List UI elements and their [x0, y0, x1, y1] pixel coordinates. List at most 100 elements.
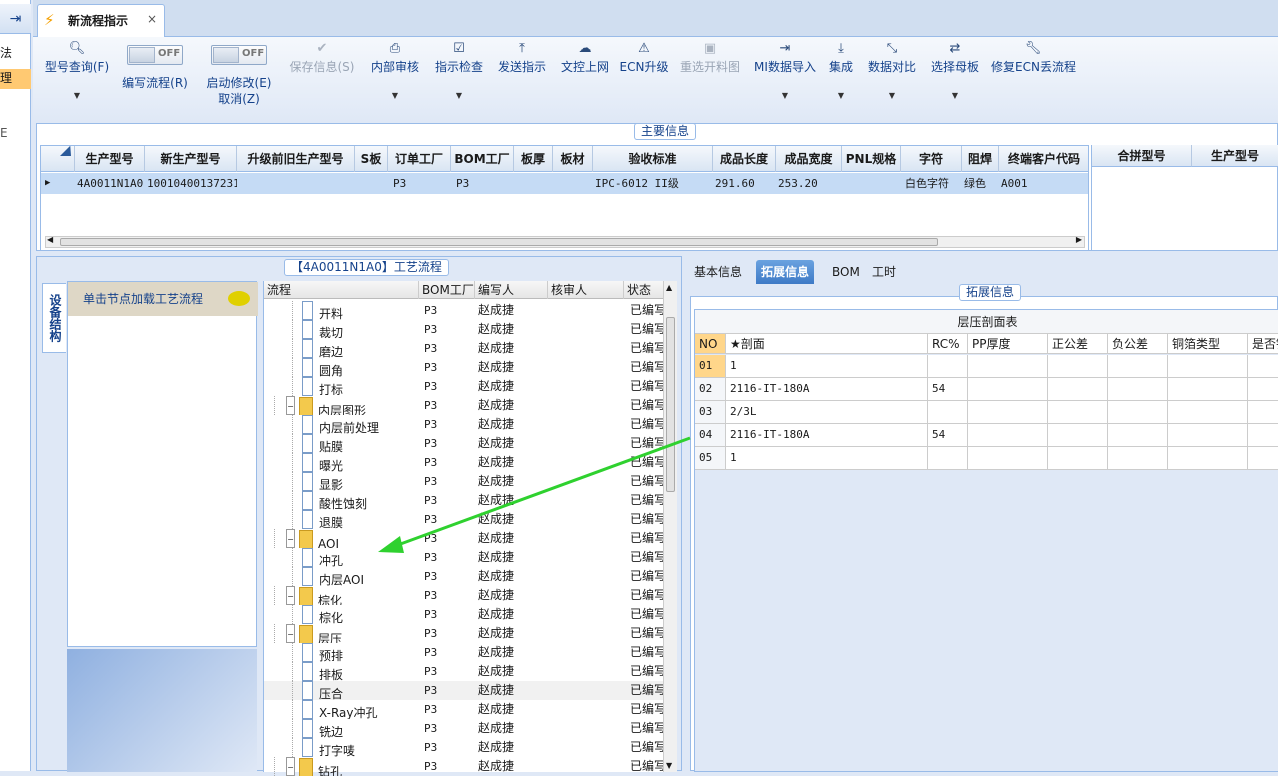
table-row[interactable]: 02 2116-IT-180A 54 — [695, 378, 1278, 401]
dropdown-arrow-icon[interactable]: ▼ — [750, 91, 820, 100]
table-cell[interactable]: 1 — [726, 447, 928, 469]
col-header[interactable]: 负公差 — [1108, 334, 1168, 353]
tree-row[interactable]: − 棕化 P3 赵成捷 已编写 — [264, 586, 666, 605]
table-row[interactable]: ▶ 4A0011N1A0 10010400137231 P3 P3 IPC-60… — [41, 173, 1088, 194]
col-header[interactable]: 成品长度 — [713, 146, 776, 172]
tree-row[interactable]: 内层前处理 P3 赵成捷 已编写 — [264, 415, 666, 434]
collapse-toggle-icon[interactable]: − — [286, 529, 295, 548]
table-cell[interactable]: 01 — [695, 355, 726, 377]
table-cell[interactable] — [1048, 401, 1108, 423]
table-cell[interactable] — [1168, 378, 1248, 400]
write-process-toggle[interactable]: OFF 编写流程(R) — [119, 37, 191, 123]
col-header[interactable]: 生产型号 — [75, 146, 145, 172]
scroll-right-icon[interactable]: ▶ — [1076, 235, 1082, 244]
collapse-toggle-icon[interactable]: − — [286, 624, 295, 643]
col-header[interactable]: RC% — [928, 334, 968, 353]
tree-row[interactable]: 酸性蚀刻 P3 赵成捷 已编写 — [264, 491, 666, 510]
col-header[interactable]: 合拼型号 — [1092, 145, 1192, 167]
table-cell[interactable] — [1168, 424, 1248, 446]
col-header[interactable]: 正公差 — [1048, 334, 1108, 353]
table-cell[interactable] — [1248, 378, 1278, 400]
table-row[interactable]: 05 1 — [695, 447, 1278, 470]
col-header[interactable]: 是否铜 — [1248, 334, 1278, 353]
ecn-upgrade-button[interactable]: ⚠ ECN升级 — [618, 37, 670, 123]
col-header[interactable]: 板材 — [553, 146, 593, 172]
table-cell[interactable] — [1248, 447, 1278, 469]
repair-ecn-process-button[interactable]: 🔧︎ 修复ECN丢流程 — [991, 37, 1076, 123]
reselect-cutting-chart-button[interactable]: ▣ 重选开料图 — [676, 37, 744, 123]
tree-row[interactable]: 预排 P3 赵成捷 已编写 — [264, 643, 666, 662]
nav-item-0[interactable]: 法 — [0, 44, 31, 64]
start-modify-toggle[interactable]: OFF 启动修改(E) 取消(Z) — [201, 37, 277, 123]
horizontal-scrollbar[interactable]: ◀ ▶ — [45, 235, 1085, 248]
instruction-check-button[interactable]: ☑ 指示检查 ▼ — [430, 37, 488, 123]
table-cell[interactable]: 1 — [726, 355, 928, 377]
table-cell[interactable]: 54 — [928, 378, 968, 400]
tree-row[interactable]: − AOI P3 赵成捷 已编写 — [264, 529, 666, 548]
tree-row[interactable]: 打字唛 P3 赵成捷 已编写 — [264, 738, 666, 757]
tree-row[interactable]: 曝光 P3 赵成捷 已编写 — [264, 453, 666, 472]
vertical-scrollbar[interactable]: ▲ ▼ — [663, 281, 677, 772]
toggle-switch[interactable]: OFF — [211, 45, 267, 65]
tree-row[interactable]: 棕化 P3 赵成捷 已编写 — [264, 605, 666, 624]
col-header[interactable]: 流程 — [264, 281, 419, 299]
table-cell[interactable]: 2/3L — [726, 401, 928, 423]
integrate-button[interactable]: ⤓ 集成 ▼ — [824, 37, 858, 123]
table-cell[interactable] — [968, 424, 1048, 446]
collapse-toggle-icon[interactable]: − — [286, 586, 295, 605]
col-header[interactable]: 订单工厂 — [388, 146, 451, 172]
nav-item-1[interactable]: 理 — [0, 69, 31, 89]
tree-row[interactable]: 磨边 P3 赵成捷 已编写 — [264, 339, 666, 358]
table-cell[interactable] — [1248, 355, 1278, 377]
col-header[interactable]: PNL规格 — [842, 146, 901, 172]
dropdown-arrow-icon[interactable]: ▼ — [430, 91, 488, 100]
collapse-toggle-icon[interactable]: − — [286, 396, 295, 415]
table-cell[interactable] — [1048, 447, 1108, 469]
close-tab-icon[interactable]: × — [147, 12, 157, 26]
col-header[interactable]: BOM工厂 — [419, 281, 475, 299]
tab-bom[interactable]: BOM — [827, 260, 865, 284]
doc-control-online-button[interactable]: ☁ 文控上网 — [556, 37, 614, 123]
dropdown-arrow-icon[interactable]: ▼ — [866, 91, 918, 100]
table-cell[interactable] — [1248, 401, 1278, 423]
mi-data-import-button[interactable]: ⇥ MI数据导入 ▼ — [750, 37, 820, 123]
tab-new-process[interactable]: ⚡ 新流程指示 × — [37, 4, 165, 37]
side-tab-equipment[interactable]: 设备结构 — [42, 283, 66, 353]
table-cell[interactable] — [968, 355, 1048, 377]
dropdown-arrow-icon[interactable]: ▼ — [929, 91, 981, 100]
table-cell[interactable] — [928, 355, 968, 377]
col-header[interactable]: 生产型号 — [1192, 145, 1278, 167]
col-header[interactable]: 阻焊 — [962, 146, 999, 172]
tree-row[interactable]: 冲孔 P3 赵成捷 已编写 — [264, 548, 666, 567]
table-cell[interactable] — [1108, 401, 1168, 423]
scroll-thumb[interactable] — [666, 317, 675, 492]
table-cell[interactable] — [1108, 447, 1168, 469]
table-cell[interactable]: 2116-IT-180A — [726, 424, 928, 446]
table-cell[interactable] — [1048, 378, 1108, 400]
select-master-board-button[interactable]: ⇄ 选择母板 ▼ — [929, 37, 981, 123]
table-cell[interactable] — [968, 401, 1048, 423]
sort-corner-icon[interactable] — [41, 146, 75, 172]
nav-item-2[interactable]: E — [0, 126, 31, 146]
tree-row[interactable]: 铣边 P3 赵成捷 已编写 — [264, 719, 666, 738]
tree-row[interactable]: 开料 P3 赵成捷 已编写 — [264, 301, 666, 320]
internal-review-button[interactable]: ⎙ 内部审核 ▼ — [366, 37, 424, 123]
table-cell[interactable] — [928, 401, 968, 423]
table-cell[interactable] — [1108, 424, 1168, 446]
col-header[interactable]: 升级前旧生产型号 — [237, 146, 355, 172]
col-header[interactable]: 终端客户代码 — [999, 146, 1088, 172]
col-header[interactable]: 铜箔类型 — [1168, 334, 1248, 353]
col-header[interactable]: 验收标准 — [593, 146, 713, 172]
tree-row[interactable]: − 钻孔 P3 赵成捷 已编写 — [264, 757, 666, 776]
col-header[interactable]: 核审人 — [548, 281, 624, 299]
collapse-toggle-icon[interactable]: − — [286, 757, 295, 776]
scroll-up-icon[interactable]: ▲ — [666, 283, 672, 292]
dropdown-arrow-icon[interactable]: ▼ — [41, 91, 113, 100]
col-header[interactable]: 字符 — [901, 146, 962, 172]
scroll-left-icon[interactable]: ◀ — [47, 235, 53, 244]
col-header[interactable]: 编写人 — [475, 281, 548, 299]
model-query-button[interactable]: 🔍︎ 型号查询(F) ▼ — [41, 37, 113, 123]
table-cell[interactable] — [1108, 378, 1168, 400]
scroll-down-icon[interactable]: ▼ — [666, 761, 672, 770]
table-cell[interactable] — [928, 447, 968, 469]
